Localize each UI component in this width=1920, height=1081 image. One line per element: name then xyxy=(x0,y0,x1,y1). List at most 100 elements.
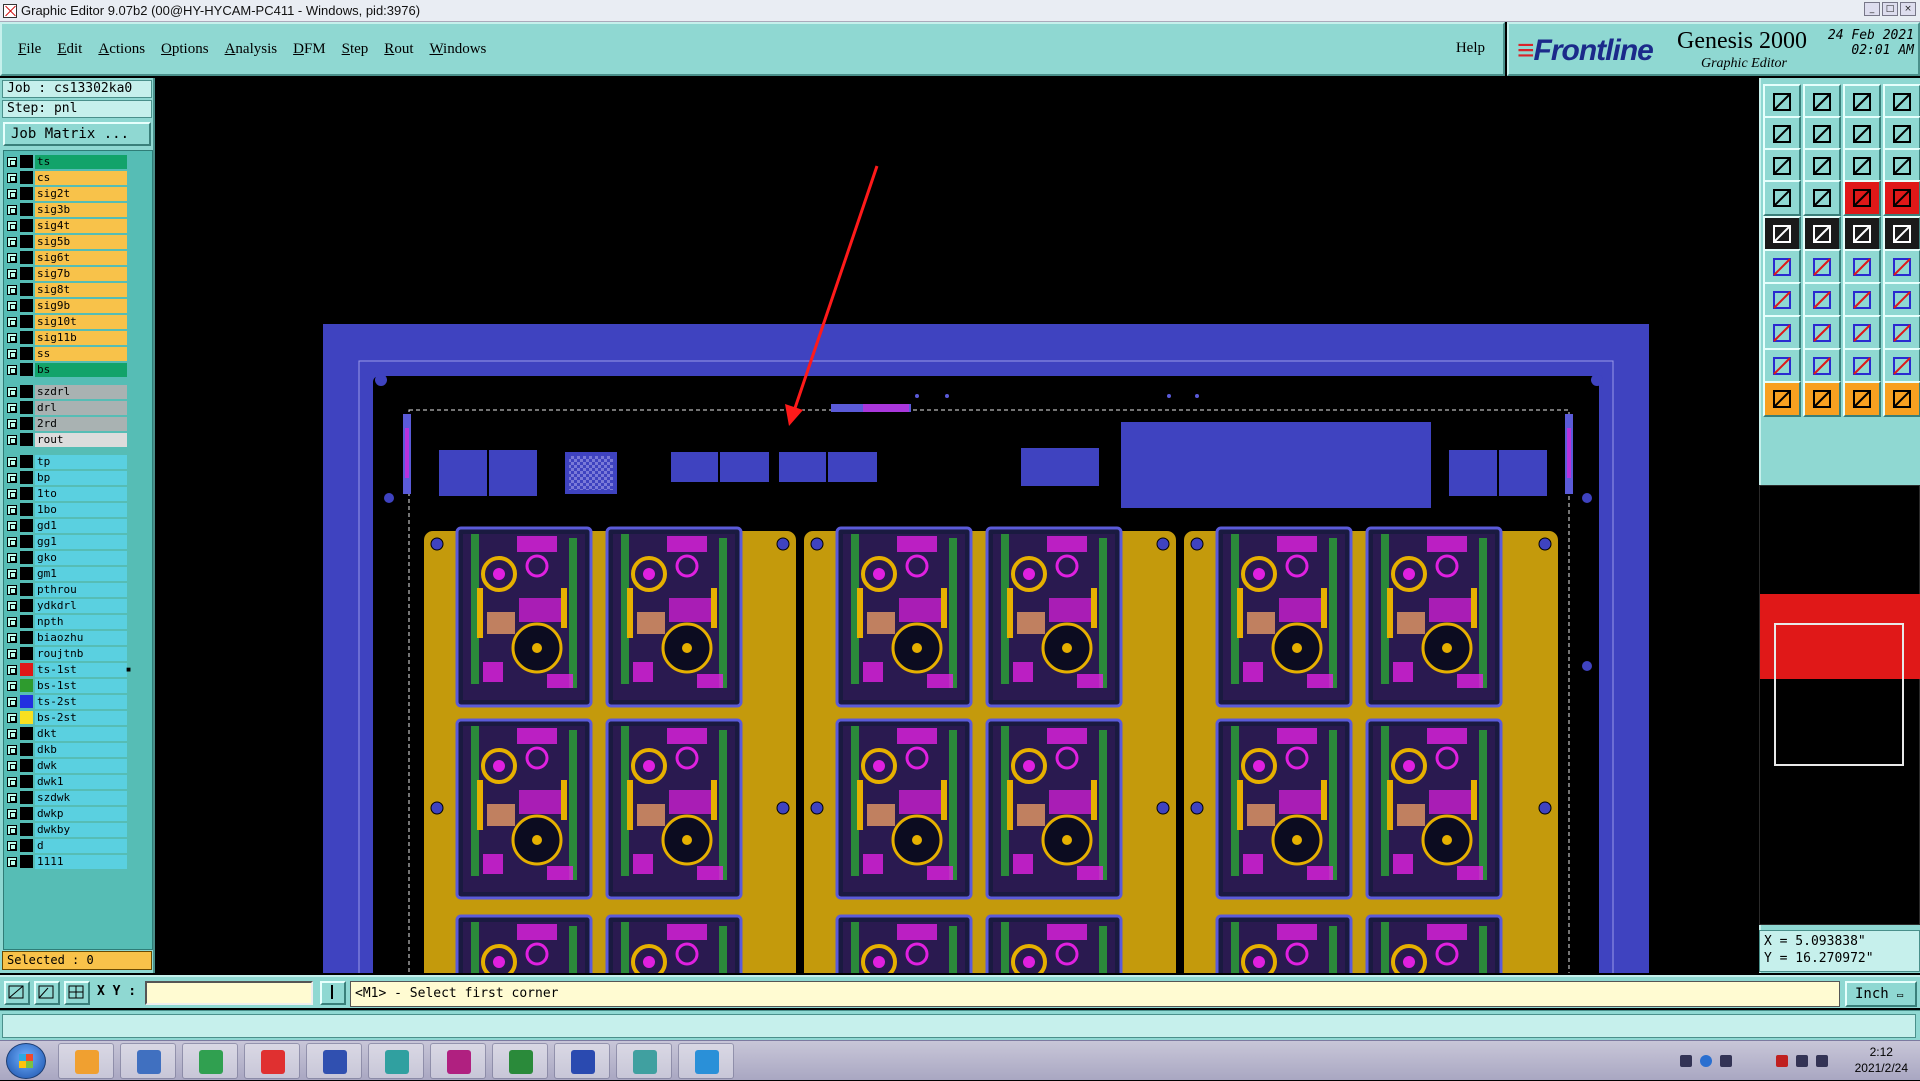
layer-row[interactable]: bs-2st xyxy=(7,710,127,725)
layer-row[interactable]: dwk xyxy=(7,758,127,773)
layer-color-swatch[interactable] xyxy=(20,663,33,676)
layer-checkbox[interactable] xyxy=(7,252,17,263)
layer-row[interactable]: ts-1st ■ xyxy=(7,662,131,677)
pcb-board-unit[interactable] xyxy=(985,718,1123,900)
layer-row[interactable]: szdwk xyxy=(7,790,127,805)
grid-mode-icon[interactable] xyxy=(64,981,90,1005)
layer-checkbox[interactable] xyxy=(7,332,17,343)
layer-checkbox[interactable] xyxy=(7,268,17,279)
layer-name[interactable]: sig7b xyxy=(35,266,127,281)
layer-color-swatch[interactable] xyxy=(20,433,33,446)
taskbar-notepad-icon[interactable] xyxy=(120,1043,176,1079)
pointer-multi-icon[interactable] xyxy=(1883,381,1920,417)
layer-name[interactable]: szdwk xyxy=(35,790,127,805)
layer-row[interactable]: drl xyxy=(7,400,127,415)
layer-color-swatch[interactable] xyxy=(20,487,33,500)
cursor-mode-icon[interactable] xyxy=(320,981,346,1005)
layer-checkbox[interactable] xyxy=(7,172,17,183)
layer-row[interactable]: ss xyxy=(7,346,127,361)
layer-checkbox[interactable] xyxy=(7,648,17,659)
profile-icon[interactable] xyxy=(1843,116,1881,152)
menu-step[interactable]: Step xyxy=(342,41,369,58)
home-icon[interactable] xyxy=(1843,84,1881,120)
layer-color-swatch[interactable] xyxy=(20,331,33,344)
layer-color-swatch[interactable] xyxy=(20,711,33,724)
layer-row[interactable]: szdrl xyxy=(7,384,127,399)
pcb-board-unit[interactable] xyxy=(1365,914,1503,973)
zoom-fit-icon[interactable] xyxy=(1803,148,1841,184)
layer-color-swatch[interactable] xyxy=(20,251,33,264)
xy-input[interactable] xyxy=(145,981,313,1005)
layer-color-swatch[interactable] xyxy=(20,775,33,788)
layer-checkbox[interactable] xyxy=(7,840,17,851)
pcb-board-unit[interactable] xyxy=(835,718,973,900)
tray-display-icon[interactable] xyxy=(1796,1055,1808,1067)
layer-name[interactable]: npth xyxy=(35,614,127,629)
layer-color-swatch[interactable] xyxy=(20,743,33,756)
layer-checkbox[interactable] xyxy=(7,504,17,515)
layer-row[interactable]: 1111 xyxy=(7,854,127,869)
move-icon[interactable] xyxy=(1883,315,1920,351)
pcb-board-unit[interactable] xyxy=(1215,914,1353,973)
pcb-board-unit[interactable] xyxy=(455,914,593,973)
layer-row[interactable]: gm1 xyxy=(7,566,127,581)
layer-checkbox[interactable] xyxy=(7,568,17,579)
layer-name[interactable]: sig5b xyxy=(35,234,127,249)
taskbar-genesis-icon[interactable] xyxy=(182,1043,238,1079)
layer-row[interactable]: gd1 xyxy=(7,518,127,533)
layer-checkbox[interactable] xyxy=(7,488,17,499)
menu-actions[interactable]: Actions xyxy=(98,41,145,58)
menu-edit[interactable]: Edit xyxy=(57,41,82,58)
layer-name[interactable]: szdrl xyxy=(35,384,127,399)
layer-name[interactable]: 2rd xyxy=(35,416,127,431)
panel-up-icon[interactable] xyxy=(1763,84,1801,120)
layer-checkbox[interactable] xyxy=(7,856,17,867)
start-button[interactable] xyxy=(6,1043,46,1079)
layer-color-swatch[interactable] xyxy=(20,471,33,484)
layer-checkbox[interactable] xyxy=(7,728,17,739)
layer-color-swatch[interactable] xyxy=(20,363,33,376)
close-button[interactable]: × xyxy=(1900,2,1916,16)
layer-color-swatch[interactable] xyxy=(20,727,33,740)
pcb-board-unit[interactable] xyxy=(1365,526,1503,708)
layer-checkbox[interactable] xyxy=(7,456,17,467)
triangle-a-icon[interactable] xyxy=(1763,348,1801,384)
tray-flag-icon[interactable] xyxy=(1776,1055,1788,1067)
layer-name[interactable]: d xyxy=(35,838,127,853)
measure-icon[interactable] xyxy=(1843,315,1881,351)
layer-color-swatch[interactable] xyxy=(20,283,33,296)
layer-name[interactable]: 1111 xyxy=(35,854,127,869)
rotate-icon[interactable] xyxy=(1843,282,1881,318)
layer-row[interactable]: dwkby xyxy=(7,822,127,837)
pcb-board-unit[interactable] xyxy=(985,526,1123,708)
layer-color-swatch[interactable] xyxy=(20,347,33,360)
layer-color-swatch[interactable] xyxy=(20,759,33,772)
layer-row[interactable]: bs-1st xyxy=(7,678,127,693)
layer-color-swatch[interactable] xyxy=(20,647,33,660)
layer-checkbox[interactable] xyxy=(7,808,17,819)
step-out-icon[interactable] xyxy=(1803,116,1841,152)
layer-checkbox[interactable] xyxy=(7,600,17,611)
pcb-board-unit[interactable] xyxy=(455,718,593,900)
layer-name[interactable]: sig6t xyxy=(35,250,127,265)
layer-row[interactable]: sig8t xyxy=(7,282,127,297)
layer-color-swatch[interactable] xyxy=(20,385,33,398)
pointer-icon[interactable] xyxy=(1763,381,1801,417)
pcb-board-unit[interactable] xyxy=(605,526,743,708)
pad-icon[interactable] xyxy=(1883,216,1920,252)
layer-name[interactable]: cs xyxy=(35,170,127,185)
pcb-board-unit[interactable] xyxy=(1215,526,1353,708)
menu-rout[interactable]: Rout xyxy=(384,41,413,58)
snap-icon[interactable] xyxy=(1763,180,1801,216)
taskbar-clock[interactable]: 2:12 2021/2/24 xyxy=(1855,1044,1908,1076)
layer-name[interactable]: sig11b xyxy=(35,330,127,345)
graphic-canvas[interactable] xyxy=(157,78,1757,973)
draw-mode-icon[interactable] xyxy=(4,981,30,1005)
layer-color-swatch[interactable] xyxy=(20,401,33,414)
layer-row[interactable]: dkt xyxy=(7,726,127,741)
tray-app-icon[interactable] xyxy=(1720,1055,1732,1067)
layer-color-swatch[interactable] xyxy=(20,791,33,804)
layer-row[interactable]: ydkdrl xyxy=(7,598,127,613)
layer-color-swatch[interactable] xyxy=(20,503,33,516)
layer-name[interactable]: bs xyxy=(35,362,127,377)
